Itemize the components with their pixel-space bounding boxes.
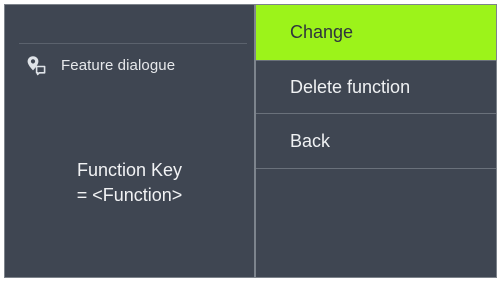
menu-item-delete-function[interactable]: Delete function <box>256 61 496 114</box>
left-panel: Feature dialogue Function Key = <Functio… <box>5 5 254 277</box>
menu-item-label: Change <box>290 22 354 42</box>
device-screen: Feature dialogue Function Key = <Functio… <box>4 4 497 278</box>
feature-dialogue-header: Feature dialogue <box>25 53 175 77</box>
menu-item-back[interactable]: Back <box>256 114 496 169</box>
context-menu: Change Delete function Back <box>256 5 496 277</box>
map-pin-dialog-icon <box>27 56 46 76</box>
left-divider <box>19 43 247 44</box>
function-key-label: Function Key <box>76 160 183 180</box>
menu-item-label: Back <box>290 130 331 151</box>
menu-item-empty <box>256 169 496 277</box>
feature-dialogue-title: Feature dialogue <box>61 56 176 74</box>
function-key-text: Function Key = <Function> <box>5 158 254 208</box>
menu-item-change[interactable]: Change <box>256 5 496 61</box>
function-value: = <Function> <box>76 185 183 205</box>
menu-item-label: Delete function <box>290 76 411 97</box>
